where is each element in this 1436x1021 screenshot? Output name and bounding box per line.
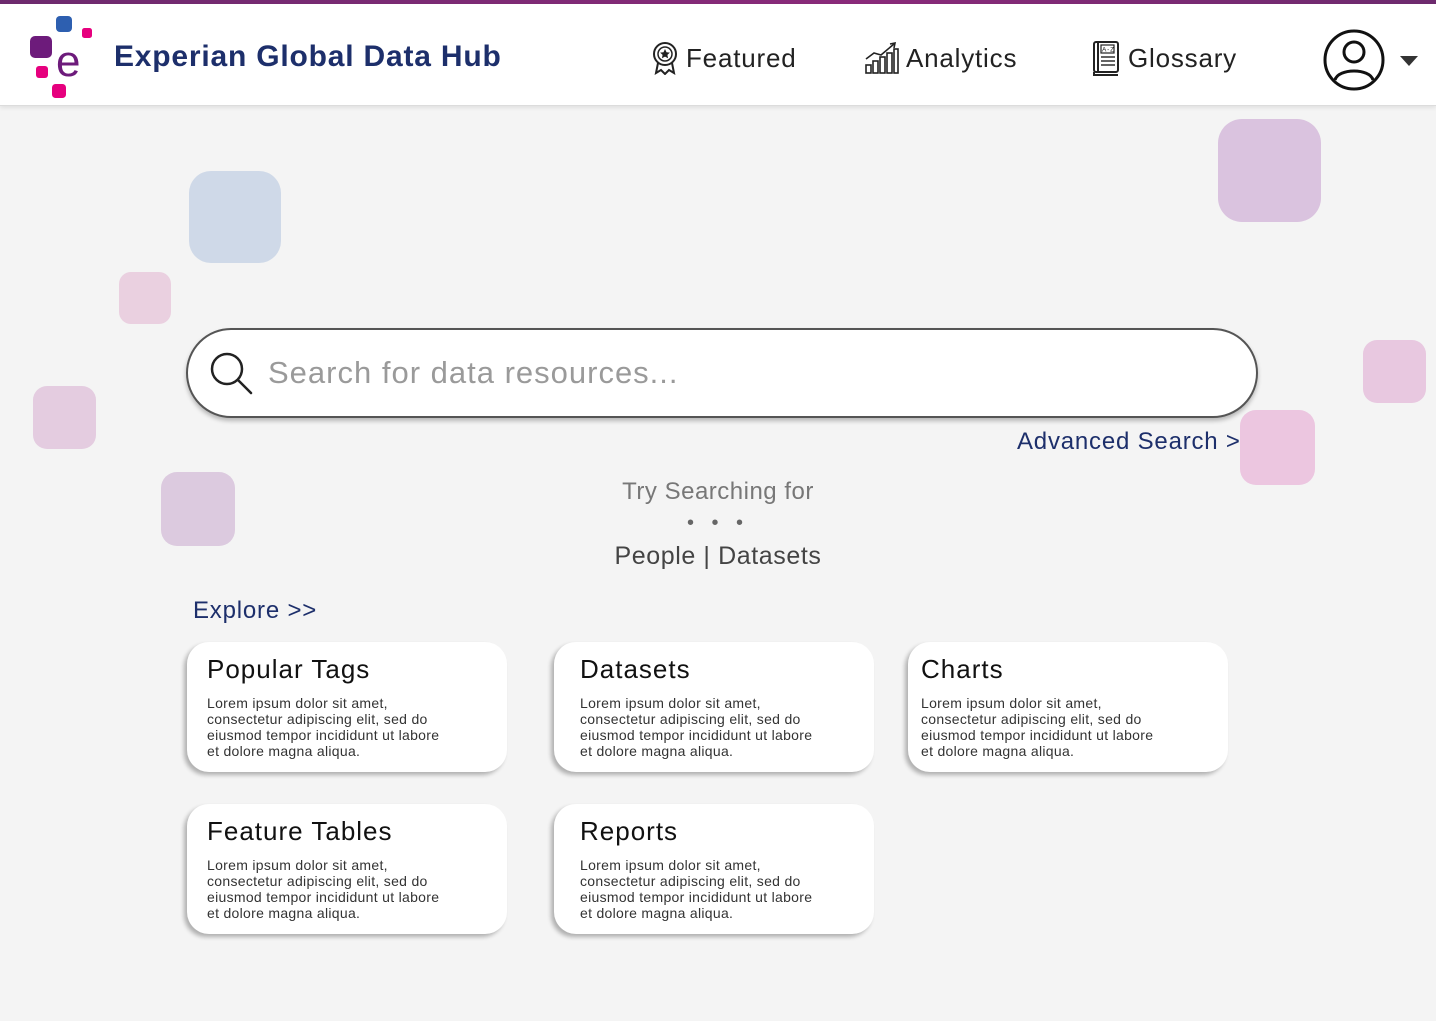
search-bar[interactable] xyxy=(186,328,1258,418)
ellipsis-dots: • • • xyxy=(686,512,750,534)
svg-text:e: e xyxy=(56,37,80,86)
experian-logo[interactable]: e xyxy=(28,14,98,100)
card-description: Lorem ipsum dolor sit amet, consectetur … xyxy=(580,857,813,921)
try-searching-heading: Try Searching for xyxy=(622,478,814,505)
card-description: Lorem ipsum dolor sit amet, consectetur … xyxy=(580,695,813,759)
user-avatar-icon[interactable] xyxy=(1322,28,1386,92)
nav-analytics-label: Analytics xyxy=(906,42,1018,73)
decorative-square xyxy=(1218,119,1321,222)
card-popular-tags[interactable]: Popular Tags Lorem ipsum dolor sit amet,… xyxy=(187,642,507,772)
a-z-book-icon: A-Z xyxy=(1093,41,1119,76)
decorative-square xyxy=(1363,340,1426,403)
award-badge-icon xyxy=(653,42,677,75)
search-input[interactable] xyxy=(268,355,1168,391)
card-description: Lorem ipsum dolor sit amet, consectetur … xyxy=(921,695,1154,759)
card-title: Charts xyxy=(921,654,1004,684)
card-title: Feature Tables xyxy=(207,816,393,846)
card-title: Reports xyxy=(580,816,679,846)
caret-down-icon[interactable] xyxy=(1398,54,1420,68)
card-datasets[interactable]: Datasets Lorem ipsum dolor sit amet, con… xyxy=(554,642,874,772)
card-feature-tables[interactable]: Feature Tables Lorem ipsum dolor sit ame… xyxy=(187,804,507,934)
card-title: Popular Tags xyxy=(207,654,371,684)
nav-featured-label: Featured xyxy=(686,42,797,73)
card-reports[interactable]: Reports Lorem ipsum dolor sit amet, cons… xyxy=(554,804,874,934)
suggestion-people[interactable]: People xyxy=(614,542,695,570)
top-navigation-bar: e Experian Global Data Hub Featured Anal… xyxy=(0,4,1436,106)
suggestion-separator: | xyxy=(695,542,719,570)
advanced-search-link[interactable]: Advanced Search > xyxy=(1017,428,1241,456)
card-description: Lorem ipsum dolor sit amet, consectetur … xyxy=(207,857,440,921)
decorative-square xyxy=(189,171,281,263)
decorative-square xyxy=(119,272,171,324)
suggestion-datasets[interactable]: Datasets xyxy=(718,542,821,570)
search-icon[interactable] xyxy=(208,350,254,396)
search-suggestions: People | Datasets xyxy=(0,542,1436,571)
decorative-square xyxy=(33,386,96,449)
card-title: Datasets xyxy=(580,654,691,684)
decorative-square xyxy=(1240,410,1315,485)
nav-glossary-label: Glossary xyxy=(1128,42,1237,73)
svg-text:A-Z: A-Z xyxy=(1102,47,1115,54)
bar-chart-icon xyxy=(865,41,899,74)
explore-link[interactable]: Explore >> xyxy=(193,597,317,625)
nav-analytics[interactable]: Analytics xyxy=(864,38,1017,78)
nav-glossary[interactable]: A-Z Glossary xyxy=(1090,38,1237,78)
card-description: Lorem ipsum dolor sit amet, consectetur … xyxy=(207,695,440,759)
brand-title[interactable]: Experian Global Data Hub xyxy=(114,40,502,74)
card-charts[interactable]: Charts Lorem ipsum dolor sit amet, conse… xyxy=(908,642,1228,772)
nav-featured[interactable]: Featured xyxy=(650,38,796,78)
